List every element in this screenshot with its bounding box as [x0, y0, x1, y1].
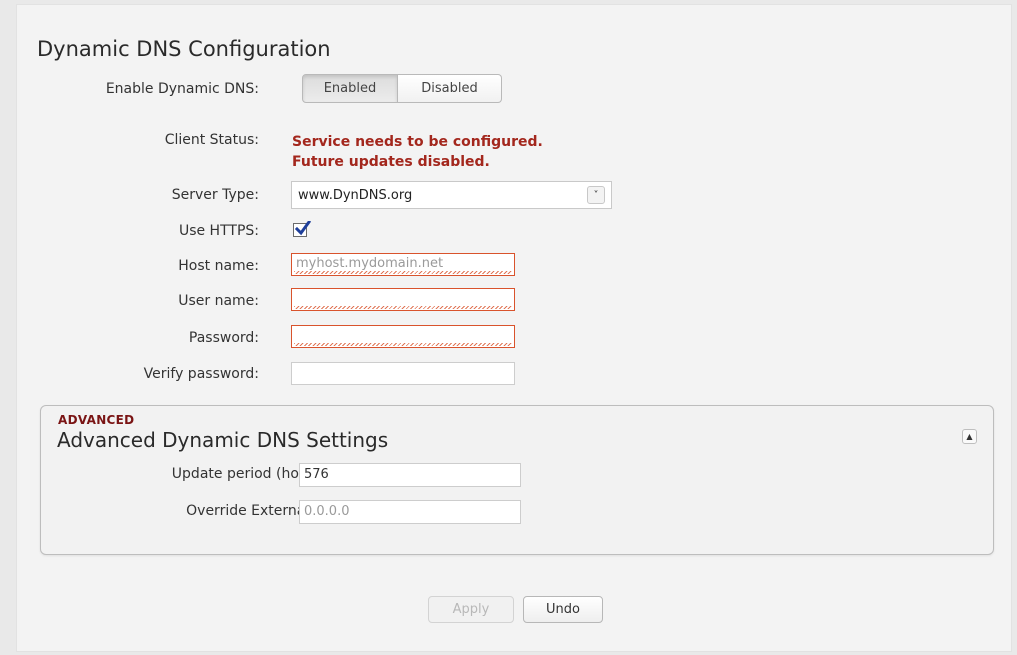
spellcheck-underline: [294, 271, 512, 274]
server-type-value: www.DynDNS.org: [298, 188, 413, 203]
enable-dynamic-dns-label: Enable Dynamic DNS:: [105, 81, 259, 97]
chevron-down-icon[interactable]: ˅: [587, 186, 605, 204]
client-status-line-2: Future updates disabled.: [292, 154, 490, 170]
host-name-label: Host name:: [178, 258, 259, 274]
apply-button[interactable]: Apply: [428, 596, 514, 623]
override-ip-input[interactable]: 0.0.0.0: [299, 500, 521, 524]
advanced-tag: ADVANCED: [58, 413, 135, 427]
server-type-select[interactable]: www.DynDNS.org ˅: [291, 181, 612, 209]
use-https-checkbox[interactable]: [293, 221, 312, 237]
client-status-label: Client Status:: [164, 132, 259, 148]
undo-button[interactable]: Undo: [523, 596, 603, 623]
verify-password-input[interactable]: [291, 362, 515, 385]
password-label: Password:: [188, 330, 259, 346]
checkmark-icon: [294, 221, 312, 236]
client-status-line-1: Service needs to be configured.: [292, 134, 543, 150]
enabled-option-button[interactable]: Enabled: [302, 74, 398, 103]
user-name-label: User name:: [178, 293, 259, 309]
spellcheck-underline: [294, 343, 512, 346]
page-title: Dynamic DNS Configuration: [37, 37, 331, 61]
disabled-option-button[interactable]: Disabled: [398, 74, 502, 103]
advanced-settings-section: ADVANCED Advanced Dynamic DNS Settings ▲…: [40, 405, 994, 555]
enable-dynamic-dns-toggle: Enabled Disabled: [302, 74, 502, 103]
verify-password-label: Verify password:: [143, 366, 259, 382]
host-name-input[interactable]: myhost.mydomain.net: [291, 253, 515, 276]
host-name-placeholder: myhost.mydomain.net: [296, 256, 444, 271]
server-type-label: Server Type:: [171, 187, 259, 203]
spellcheck-underline: [294, 306, 512, 309]
update-period-value: 576: [304, 467, 329, 482]
user-name-input[interactable]: [291, 288, 515, 311]
collapse-up-icon[interactable]: ▲: [962, 429, 977, 444]
use-https-label: Use HTTPS:: [178, 223, 259, 239]
advanced-section-title: Advanced Dynamic DNS Settings: [57, 428, 389, 452]
client-status-message: Service needs to be configured. Future u…: [292, 132, 543, 172]
override-ip-placeholder: 0.0.0.0: [304, 504, 350, 519]
password-input[interactable]: [291, 325, 515, 348]
update-period-input[interactable]: 576: [299, 463, 521, 487]
